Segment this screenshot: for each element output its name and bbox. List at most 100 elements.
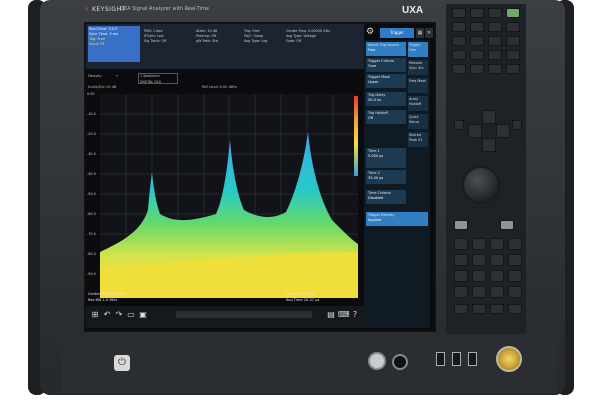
span-readout: Span 160.0 MHz — [286, 292, 316, 296]
arrow-up-button[interactable] — [482, 110, 496, 124]
bw-button[interactable] — [488, 22, 502, 32]
marker-button[interactable] — [452, 36, 466, 46]
save-icon[interactable]: ▣ — [138, 309, 148, 321]
settings-gear-icon[interactable]: ⚙ — [364, 26, 376, 38]
info-column-4: Center Freq: 5.00000 GHz Avg Type: Volta… — [286, 29, 331, 43]
system-tray-icon[interactable]: ▤ — [326, 309, 336, 321]
key-7[interactable] — [454, 238, 468, 250]
mode-button[interactable] — [452, 8, 466, 18]
menu-item-time-1[interactable]: Time 1 5.000 µs — [366, 148, 406, 168]
menu-item-trigger-criteria[interactable]: Trigger Criteria Over — [366, 58, 406, 72]
sweep-button[interactable] — [488, 36, 502, 46]
menu-item-trig-holdoff[interactable]: Trig Holdoff Off — [366, 110, 406, 124]
key-minus[interactable] — [490, 286, 504, 298]
trace-button[interactable] — [506, 22, 520, 32]
side-tab-periodic[interactable]: Periodic Sync Src — [408, 60, 428, 75]
trace-sub-bar: Density ▾ 1 Spectrum DIGITAL OLS Scale/D… — [86, 72, 364, 92]
undo-icon[interactable]: ↶ — [102, 309, 112, 321]
view-dropdown-chevron-icon[interactable]: ▾ — [116, 74, 118, 78]
tab-forward-button[interactable] — [512, 120, 522, 130]
arrow-left-button[interactable] — [468, 124, 482, 138]
trigger-button[interactable] — [506, 36, 520, 46]
y-label: -70.0 — [87, 232, 96, 236]
menu-item-trig-source[interactable]: Select Trig Source Free — [366, 42, 406, 56]
freq-button[interactable] — [488, 8, 502, 18]
redo-icon[interactable]: ↷ — [114, 309, 124, 321]
realtime-control-box[interactable]: Real-Time: 3.0.5 Sync Time: 3 ms Trig: F… — [88, 26, 140, 62]
undo-key[interactable] — [454, 220, 468, 230]
panel-pin-icon[interactable]: ▦ — [416, 28, 424, 38]
key-1[interactable] — [454, 270, 468, 282]
span-button[interactable] — [452, 22, 466, 32]
model-label: UXA — [402, 5, 424, 16]
density-color-bar — [354, 96, 358, 176]
file-icon[interactable]: ▭ — [126, 309, 136, 321]
menu-item-trigger-mask[interactable]: Trigger Mask Upper — [366, 74, 406, 88]
help-icon[interactable]: ? — [350, 309, 360, 321]
view-label[interactable]: Density — [88, 74, 102, 78]
panel-close-icon[interactable]: ✕ — [425, 28, 433, 38]
menu-item-time-2[interactable]: Time 2 35.00 µs — [366, 170, 406, 184]
restart-button[interactable] — [488, 64, 502, 74]
side-tab-auto-holdoff[interactable]: Auto/Holdoff — [408, 96, 428, 111]
tab-back-button[interactable] — [454, 120, 464, 130]
y-label: 0.00 — [87, 92, 95, 96]
usb-port — [436, 352, 445, 366]
key-6[interactable] — [490, 254, 504, 266]
menu-item-trigger-density[interactable]: Trigger Density Applied — [366, 212, 428, 226]
arrow-right-button[interactable] — [496, 124, 510, 138]
key-del[interactable] — [508, 270, 522, 282]
meas-button[interactable] — [470, 8, 484, 18]
single-button[interactable] — [506, 64, 520, 74]
key-5[interactable] — [472, 254, 486, 266]
key-2[interactable] — [472, 270, 486, 282]
taskbar: ⊞ ↶ ↷ ▭ ▣ ▤ ⌨ ? — [86, 306, 364, 328]
key-9[interactable] — [490, 238, 504, 250]
user-preset-button[interactable] — [470, 64, 484, 74]
trigger-side-panel: Select Trig Source Free Trigger Criteria O… — [364, 40, 430, 328]
input-output-button[interactable] — [452, 50, 466, 60]
enter-key[interactable] — [500, 220, 514, 230]
side-tab-trigger[interactable]: Trigger Free — [408, 42, 428, 57]
scale-per-div: Scale/Div 10 dB — [88, 85, 117, 89]
info-column-3: Trig: Free PA/C: Swep Avg Type: Log — [244, 29, 268, 43]
key-3[interactable] — [490, 270, 504, 282]
side-tab-freq-mask[interactable]: Freq Mask — [408, 78, 428, 93]
help-button[interactable] — [472, 304, 486, 314]
key-8[interactable] — [472, 238, 486, 250]
density-plot[interactable]: 0.00 -10.0 -20.0 -30.0 -40.0 -50.0 -60.0… — [86, 92, 364, 302]
trace-selector[interactable]: 1 Spectrum DIGITAL OLS — [138, 73, 178, 84]
local-button[interactable] — [454, 304, 468, 314]
probe-power-connector — [368, 352, 386, 370]
preset-button[interactable] — [506, 8, 520, 18]
zoom-button[interactable] — [490, 304, 504, 314]
system-button[interactable] — [470, 50, 484, 60]
amptd-button[interactable] — [470, 22, 484, 32]
tab-trigger[interactable]: Trigger — [380, 28, 414, 38]
key-esc[interactable] — [508, 238, 522, 250]
recall-button[interactable] — [452, 64, 466, 74]
key-0[interactable] — [454, 286, 468, 298]
next-window-button[interactable] — [508, 304, 522, 314]
y-label: -80.0 — [87, 252, 96, 256]
windows-start-icon[interactable]: ⊞ — [90, 309, 100, 321]
keyboard-icon[interactable]: ⌨ — [338, 309, 350, 321]
y-label: -40.0 — [87, 172, 96, 176]
usb-port — [468, 352, 477, 366]
key-4[interactable] — [454, 254, 468, 266]
file-button[interactable] — [488, 50, 502, 60]
key-enter[interactable] — [508, 286, 522, 298]
rotary-knob[interactable] — [462, 166, 500, 204]
save-button[interactable] — [506, 50, 520, 60]
arrow-down-button[interactable] — [482, 138, 496, 152]
key-dot[interactable] — [472, 286, 486, 298]
side-tab-quick-setup[interactable]: Quick Setup — [408, 114, 428, 129]
menu-item-trig-delay[interactable]: Trig Delay 50.0 ns — [366, 92, 406, 106]
side-tab-shared[interactable]: Shared Peak 52 — [408, 132, 428, 147]
key-bksp[interactable] — [508, 254, 522, 266]
y-label: -50.0 — [87, 192, 96, 196]
menu-item-time-criteria[interactable]: Time Criteria Disabled — [366, 190, 406, 204]
power-button[interactable]: ⏻ — [114, 355, 130, 371]
peak-search-button[interactable] — [470, 36, 484, 46]
y-label: -60.0 — [87, 212, 96, 216]
